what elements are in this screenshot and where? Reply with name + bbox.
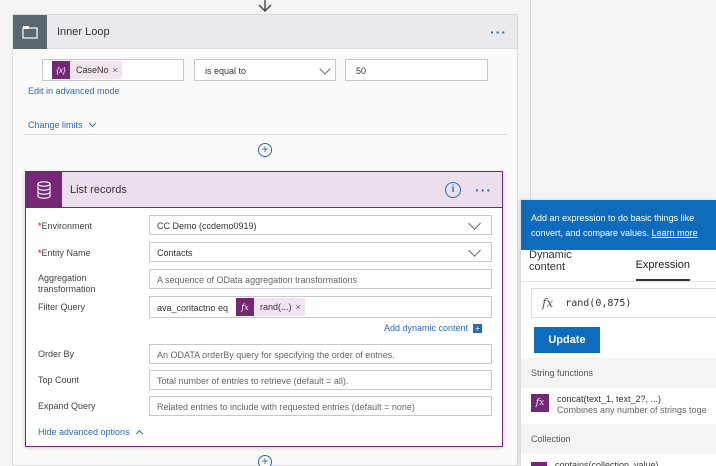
add-icon: + (473, 323, 483, 333)
list-records-more-icon[interactable]: ··· (475, 182, 502, 198)
entity-name-select[interactable]: Contacts (149, 242, 492, 262)
condition-value-input[interactable]: 50 (345, 59, 488, 81)
condition-operator-value: is equal to (205, 66, 247, 76)
inner-loop-title: Inner Loop (57, 25, 110, 38)
chevron-down-icon (89, 119, 97, 128)
expression-value: rand(0,875) (565, 297, 632, 309)
environment-select[interactable]: CC Demo (ccdemo0919) (149, 215, 492, 235)
inner-loop-header[interactable]: Inner Loop ··· (13, 14, 517, 49)
fx-icon: fx (542, 296, 554, 310)
filter-query-label: Filter Query (38, 302, 86, 312)
variable-icon: {x} (52, 61, 70, 79)
dynamic-content-panel: Add an expression to do basic things lik… (520, 200, 716, 466)
hide-advanced-options-link[interactable]: Hide advanced options (38, 427, 144, 438)
filter-query-input[interactable]: ava_contactno eq fx rand(...) × (149, 296, 492, 318)
entity-name-value: Contacts (157, 248, 193, 258)
hide-advanced-options-label: Hide advanced options (38, 427, 130, 437)
caseno-token[interactable]: {x} CaseNo × (52, 61, 122, 79)
change-limits-link[interactable]: Change limits (28, 119, 97, 130)
expand-query-label: Expand Query (38, 401, 96, 411)
top-count-label: Top Count (38, 375, 80, 385)
aggregation-label: Aggregation transformation (38, 273, 96, 294)
add-step-button[interactable]: + (258, 143, 272, 157)
list-records-header[interactable]: List records i ··· (26, 171, 502, 208)
entity-name-label: *Entity Name (38, 248, 91, 258)
string-functions-header: String functions (521, 358, 716, 388)
fx-icon: fx (531, 394, 549, 412)
condition-left-input[interactable]: {x} CaseNo × (42, 59, 184, 81)
loop-icon (13, 14, 47, 49)
learn-more-link[interactable]: Learn more (652, 228, 698, 238)
aggregation-input[interactable]: A sequence of OData aggregation transfor… (149, 269, 492, 289)
chevron-up-icon (136, 429, 144, 438)
panel-tabs: Dynamic content Expression (521, 249, 716, 282)
expression-input[interactable]: fx rand(0,875) (531, 288, 716, 318)
contains-function-name[interactable]: contains(collection, value) (555, 460, 659, 466)
chevron-down-icon (319, 63, 331, 75)
order-by-label: Order By (38, 349, 75, 359)
remove-token-icon[interactable]: × (296, 302, 305, 312)
environment-label: *Environment (38, 221, 93, 231)
list-records-title: List records (70, 183, 127, 196)
add-dynamic-content-label: Add dynamic content (384, 323, 469, 333)
chevron-down-icon (468, 217, 481, 230)
fx-icon (531, 462, 547, 466)
tab-dynamic-content[interactable]: Dynamic content (529, 249, 610, 281)
update-button[interactable]: Update (534, 327, 600, 353)
remove-token-icon[interactable]: × (113, 65, 122, 75)
edit-advanced-mode-link[interactable]: Edit in advanced mode (28, 86, 120, 96)
concat-function-name: concat(text_1, text_2?, ...) (557, 394, 662, 404)
canvas-divider (530, 0, 531, 200)
add-step-button-bottom[interactable]: + (258, 455, 272, 466)
expand-query-input[interactable]: Related entries to include with requeste… (149, 396, 492, 416)
filter-query-prefix: ava_contactno eq (157, 303, 229, 313)
database-icon (26, 171, 62, 208)
fx-icon: fx (236, 298, 254, 316)
order-by-input[interactable]: An ODATA orderBy query for specifying th… (149, 344, 492, 364)
condition-operator-select[interactable]: is equal to (194, 59, 336, 81)
rand-token-label: rand(...) (260, 302, 292, 312)
chevron-down-icon (468, 244, 481, 257)
inner-loop-more-icon[interactable]: ··· (490, 24, 517, 40)
rand-token[interactable]: fx rand(...) × (236, 298, 305, 316)
environment-value: CC Demo (ccdemo0919) (157, 221, 257, 231)
caseno-token-label: CaseNo (76, 65, 109, 75)
concat-function-item[interactable]: fx concat(text_1, text_2?, ...) Combines… (531, 394, 707, 416)
change-limits-label: Change limits (28, 120, 83, 130)
top-count-input[interactable]: Total number of entries to retrieve (def… (149, 370, 492, 390)
down-arrow-icon (258, 0, 272, 12)
info-icon[interactable]: i (445, 181, 461, 198)
tab-expression[interactable]: Expression (635, 259, 690, 281)
list-records-card: List records i ··· *Environment CC Demo … (25, 171, 503, 447)
collection-header: Collection (521, 424, 716, 454)
divider (24, 134, 508, 135)
concat-function-desc: Combines any number of strings toge (557, 405, 707, 415)
expression-banner: Add an expression to do basic things lik… (521, 200, 716, 250)
add-dynamic-content-link[interactable]: Add dynamic content + (384, 323, 483, 333)
